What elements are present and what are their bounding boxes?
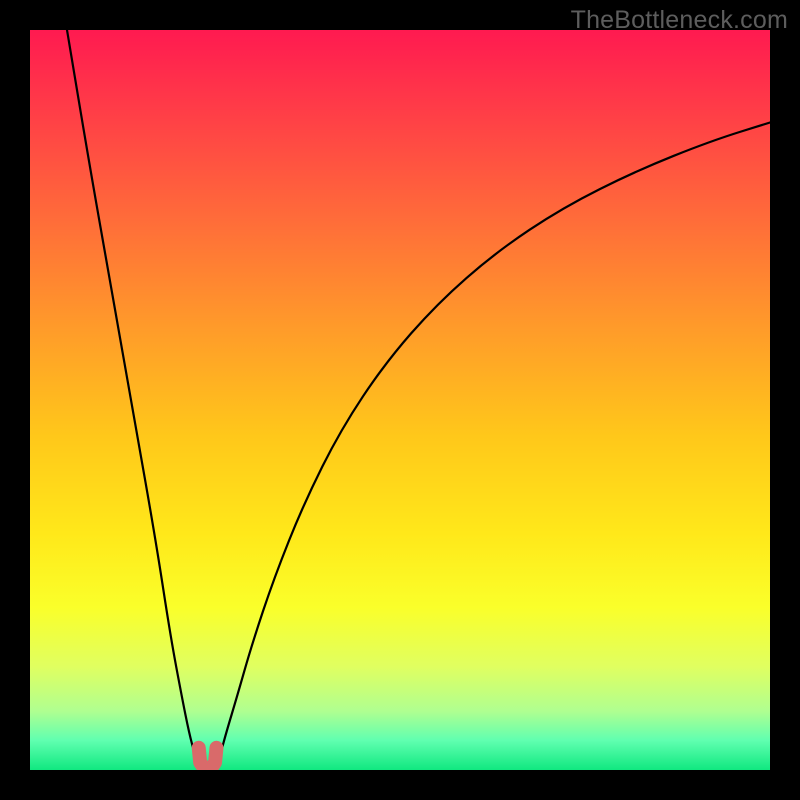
plot-area xyxy=(30,30,770,770)
curve-right-branch xyxy=(216,123,770,767)
chart-container: TheBottleneck.com xyxy=(0,0,800,800)
curve-left-branch xyxy=(67,30,199,766)
watermark-text: TheBottleneck.com xyxy=(571,6,788,35)
curve-layer xyxy=(30,30,770,770)
curve-highlight-u xyxy=(199,748,217,768)
